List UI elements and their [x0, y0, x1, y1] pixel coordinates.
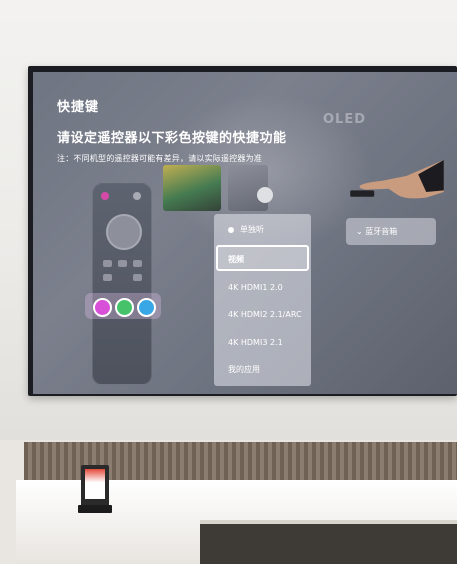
remote-illustration [92, 183, 152, 385]
background-thumbnail [163, 165, 221, 211]
focus-dot [257, 187, 273, 203]
compatibility-note: 注：不同机型的遥控器可能有差异，请以实际遥控器为准 [57, 154, 262, 163]
page-subtitle: 请设定遥控器以下彩色按键的快捷功能 [57, 131, 287, 146]
dpad-icon [106, 214, 142, 250]
price-sign-base [78, 505, 112, 513]
remote-key-icon [133, 260, 142, 267]
radio-selected-icon [228, 227, 234, 233]
menu-item-hdmi1[interactable]: 4K HDMI1 2.0 [228, 283, 283, 292]
remote-key-icon [118, 260, 127, 267]
menu-item-my-apps[interactable]: 我的应用 [228, 364, 260, 375]
bluetooth-speaker-label: ⌄ 蓝牙音箱 [356, 227, 398, 236]
menu-item-hdmi2[interactable]: 4K HDMI2 2.1/ARC [228, 310, 302, 319]
price-sign [85, 469, 105, 499]
remote-key-icon [133, 274, 142, 281]
menu-item-video[interactable]: 视频 [228, 254, 244, 265]
chevron-down-icon: ⌄ [356, 227, 363, 236]
menu-item-hdmi3[interactable]: 4K HDMI3 2.1 [228, 338, 283, 347]
green-key-icon [115, 298, 134, 317]
remote-key-icon [103, 260, 112, 267]
power-button-icon [101, 192, 109, 200]
shortcut-dropdown-menu [214, 214, 311, 386]
remote-key-icon [103, 274, 112, 281]
background-brand-logo: OLED [323, 112, 367, 127]
menu-item-listen-alone[interactable]: 单独听 [240, 224, 264, 235]
pink-key-icon [93, 298, 112, 317]
page-title: 快捷键 [57, 100, 100, 115]
counter-panel [200, 524, 457, 564]
hand-photo [350, 160, 444, 199]
blue-key-icon [137, 298, 156, 317]
remote-in-hand [350, 190, 375, 197]
remote-button-icon [133, 192, 141, 200]
